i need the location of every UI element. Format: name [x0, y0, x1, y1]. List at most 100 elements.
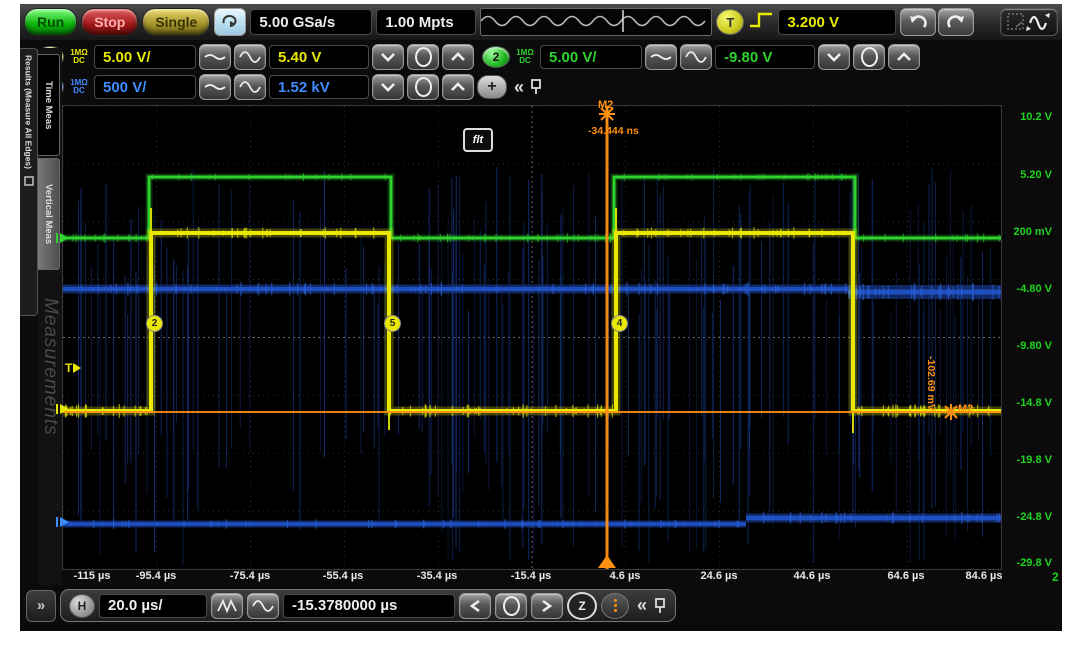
channel-2-offset-down-button[interactable]: [818, 44, 850, 70]
waveform-canvas: [63, 106, 1001, 569]
trigger-level-field[interactable]: 3.200 V: [778, 9, 896, 35]
time-axis: -115 µs-95.4 µs-75.4 µs-55.4 µs-35.4 µs-…: [62, 569, 1000, 587]
channel-1-offset-up-button[interactable]: [442, 44, 474, 70]
channel-1-scale-up-button[interactable]: [234, 44, 266, 70]
zero-icon: [861, 47, 878, 67]
channel-2-offset-field[interactable]: -9.80 V: [715, 45, 815, 69]
channel-2-offset-up-button[interactable]: [888, 44, 920, 70]
channel-2-ground-marker[interactable]: [54, 231, 74, 245]
pin-icon[interactable]: [529, 79, 543, 95]
channel-2-scale-down-button[interactable]: [645, 44, 677, 70]
delay-left-button[interactable]: [459, 593, 491, 619]
channel-3-offset-up-button[interactable]: [442, 74, 474, 100]
window-icon: [24, 173, 34, 191]
m2-label: M2: [598, 99, 613, 111]
channel-3-scale-down-button[interactable]: [199, 74, 231, 100]
trigger-source-button[interactable]: T: [716, 9, 744, 35]
zero-icon: [415, 77, 432, 97]
chevron-up-icon: [450, 82, 466, 92]
measurement-sidebar: Time Meas Vertical Meas Measurements: [38, 48, 62, 585]
collapse-controls-button[interactable]: «: [510, 77, 526, 98]
channel-2-scale-up-button[interactable]: [680, 44, 712, 70]
run-button[interactable]: Run: [24, 8, 77, 36]
m2-time-value: -34.444 ns: [588, 125, 639, 137]
acquisition-preview[interactable]: [480, 8, 712, 36]
dot-icon: [614, 609, 617, 612]
channel-2-scale-field[interactable]: 5.00 V/: [540, 45, 642, 69]
x-axis-label: -75.4 µs: [230, 570, 271, 582]
add-waveform-button[interactable]: +: [477, 75, 507, 99]
channel-3-scale-field[interactable]: 500 V/: [94, 75, 196, 99]
timebase-zoom-out-button[interactable]: [247, 593, 279, 619]
more-options-button[interactable]: [601, 593, 629, 619]
corner-channel-indicator: 2: [1052, 570, 1059, 584]
trigger-level-marker[interactable]: T: [65, 361, 91, 375]
trigger-edge-icon[interactable]: [748, 10, 774, 35]
x-axis-label: 84.6 µs: [966, 570, 1003, 582]
stop-button[interactable]: Stop: [81, 8, 138, 36]
x-axis-label: 4.6 µs: [610, 570, 641, 582]
small-wave-icon: [204, 51, 226, 63]
expand-panel-button[interactable]: »: [26, 590, 56, 622]
dot-icon: [614, 599, 617, 602]
touch-waveform-button[interactable]: [1000, 8, 1058, 36]
trigger-t-label: T: [65, 361, 72, 375]
x-axis-label: -95.4 µs: [136, 570, 177, 582]
channel-1-ground-marker[interactable]: [54, 402, 74, 416]
m2-star-right-icon: [943, 404, 959, 420]
chevron-up-icon: [896, 52, 912, 62]
horizontal-button[interactable]: H: [69, 594, 95, 618]
x-axis-label: -55.4 µs: [323, 570, 364, 582]
top-toolbar: Run Stop Single 5.00 GSa/s 1.00 Mpts T 3…: [20, 4, 1062, 40]
acquisition-cycle-button[interactable]: [214, 8, 246, 36]
timebase-field[interactable]: 20.0 µs/: [99, 594, 207, 618]
redo-button[interactable]: [938, 8, 974, 36]
edge-number-4: 4: [611, 315, 628, 332]
channel-3-scale-up-button[interactable]: [234, 74, 266, 100]
chevron-down-icon: [380, 82, 396, 92]
x-axis-label: 64.6 µs: [888, 570, 925, 582]
zero-icon: [415, 47, 432, 67]
y-axis-label: -4.80 V: [1017, 283, 1052, 295]
channel-3-offset-zero-button[interactable]: [407, 74, 439, 100]
channel-1-offset-down-button[interactable]: [372, 44, 404, 70]
chevron-up-icon: [450, 52, 466, 62]
channel-1-scale-field[interactable]: 5.00 V/: [94, 45, 196, 69]
tab-vertical-meas[interactable]: Vertical Meas: [38, 158, 60, 270]
chevron-right-icon: [541, 599, 553, 613]
coupling-label: DC: [67, 57, 91, 65]
marker-bottom-triangle: [598, 555, 616, 568]
sample-rate-field: 5.00 GSa/s: [250, 9, 372, 35]
undo-redo-group: [900, 8, 974, 36]
y-axis-label: -14.8 V: [1017, 397, 1052, 409]
channel-row-2: 3 1MΩ DC 500 V/ 1.52 kV + «: [36, 72, 543, 102]
channel-2-button[interactable]: 2: [482, 46, 510, 68]
dot-icon: [614, 604, 617, 607]
zoom-mode-button[interactable]: Z: [567, 592, 597, 620]
timebase-zoom-in-button[interactable]: [211, 593, 243, 619]
waveform-display[interactable]: M2 -34.444 ns flt 2 5 4 -102.69 mV M2 T: [62, 105, 1002, 570]
wide-wave-icon: [252, 598, 274, 614]
results-tab[interactable]: Results (Measure All Edges): [20, 48, 38, 316]
delay-zero-button[interactable]: [495, 593, 527, 619]
channel-1-offset-field[interactable]: 5.40 V: [269, 45, 369, 69]
results-tab-label: Results (Measure All Edges): [24, 55, 34, 169]
undo-button[interactable]: [900, 8, 936, 36]
delay-right-button[interactable]: [531, 593, 563, 619]
channel-3-offset-down-button[interactable]: [372, 74, 404, 100]
channel-1-offset-zero-button[interactable]: [407, 44, 439, 70]
horizontal-panel: H 20.0 µs/ -15.3780000 µs Z «: [60, 589, 676, 622]
channel-2-offset-zero-button[interactable]: [853, 44, 885, 70]
y-axis-label: 10.2 V: [1020, 111, 1052, 123]
pin-icon[interactable]: [653, 598, 667, 614]
small-wave-icon: [650, 51, 672, 63]
channel-3-ground-marker[interactable]: [54, 515, 74, 529]
channel-1-scale-down-button[interactable]: [199, 44, 231, 70]
y-axis-label: -24.8 V: [1017, 511, 1052, 523]
x-axis-label: -15.4 µs: [511, 570, 552, 582]
delay-field[interactable]: -15.3780000 µs: [283, 594, 455, 618]
single-button[interactable]: Single: [142, 8, 210, 36]
collapse-hbar-button[interactable]: «: [633, 595, 649, 616]
channel-3-offset-field[interactable]: 1.52 kV: [269, 75, 369, 99]
tab-time-meas[interactable]: Time Meas: [38, 54, 60, 156]
